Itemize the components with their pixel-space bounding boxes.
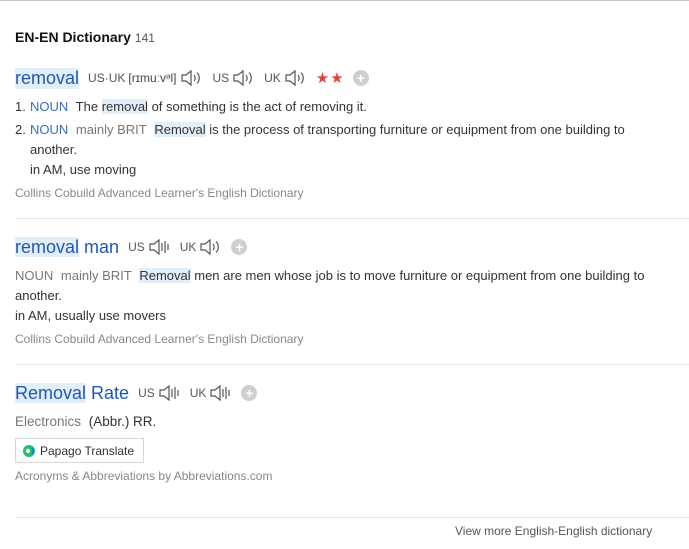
view-more-link[interactable]: View more English-English dictionary (455, 524, 652, 538)
highlight-term: Removal (139, 268, 191, 283)
entry-headline: removal US·UK [rɪmuːvᵊl] US UK ★★ + (15, 67, 689, 89)
highlight-term: Removal (154, 122, 206, 137)
part-of-speech: NOUN (30, 122, 69, 137)
uk-label: UK (189, 386, 207, 400)
source-label: Acronyms & Abbreviations by Abbreviation… (15, 469, 273, 483)
entry-divider (15, 218, 689, 219)
uk-label: UK (179, 240, 197, 254)
speaker-icon[interactable] (148, 237, 170, 257)
speaker-icon[interactable] (209, 383, 231, 403)
dictionary-header: EN-EN Dictionary 141 (15, 29, 155, 45)
category-label: Electronics (15, 414, 82, 429)
source-label: Collins Cobuild Advanced Learner's Engli… (15, 332, 304, 346)
add-wordbook-icon[interactable]: + (352, 70, 369, 86)
definition-text: is the process of transporting furniture… (209, 122, 625, 137)
uk-label: UK (264, 71, 281, 85)
entry-removal-rate: Removal Rate US UK + Electronics (Abbr.)… (15, 382, 689, 483)
headword-link[interactable]: Removal Rate (15, 382, 130, 404)
source-label: Collins Cobuild Advanced Learner's Engli… (15, 186, 304, 200)
definition-text: of something is the act of removing it. (151, 99, 367, 114)
usage-note: in AM, usually use movers (15, 308, 167, 323)
us-label: US (128, 240, 145, 254)
definition-text: another. (15, 288, 62, 303)
abbreviation-text: (Abbr.) RR. (88, 414, 157, 429)
part-of-speech: NOUN (15, 268, 54, 283)
definition-number: 2. (15, 122, 26, 137)
definition-1: Electronics (Abbr.) RR. (15, 412, 689, 432)
headword-rest: Rate (91, 382, 130, 403)
us-label: US (212, 71, 230, 85)
highlight-term: removal (101, 99, 148, 114)
frequency-stars: ★★ (315, 70, 345, 87)
us-label: US (138, 386, 155, 400)
part-of-speech: NOUN (30, 99, 69, 114)
entry-divider (15, 517, 689, 518)
definition-text: men are men whose job is to move furnitu… (194, 268, 645, 283)
papago-logo-icon (23, 444, 35, 457)
entry-removal: removal US·UK [rɪmuːvᵊl] US UK ★★ + 1. N… (15, 67, 689, 200)
definition-1: 1. NOUN The removal of something is the … (15, 97, 689, 117)
entry-removal-man: removal man US UK + NOUN mainly BRIT Rem… (15, 236, 689, 346)
entry-divider (15, 364, 689, 365)
headword-link[interactable]: removal man (15, 236, 120, 258)
usage-note: in AM, use moving (30, 162, 137, 177)
add-wordbook-icon[interactable]: + (241, 385, 258, 401)
papago-translate-button[interactable]: Papago Translate (15, 438, 145, 463)
add-wordbook-icon[interactable]: + (231, 239, 248, 255)
phonetic: [rɪmuːvᵊl] (128, 71, 177, 85)
us-uk-label: US·UK (88, 71, 126, 85)
headword-highlight: removal (15, 236, 80, 257)
definition-1: NOUN mainly BRIT Removal men are men who… (15, 266, 689, 326)
definition-text: another. (30, 142, 77, 157)
speaker-icon[interactable] (158, 383, 180, 403)
headword-highlight: Removal (15, 382, 87, 403)
region-label: mainly BRIT (75, 122, 147, 137)
speaker-icon[interactable] (199, 237, 221, 257)
speaker-icon[interactable] (232, 68, 254, 88)
top-divider (0, 0, 689, 1)
definition-text: The (75, 99, 99, 114)
speaker-icon[interactable] (284, 68, 306, 88)
headword-link[interactable]: removal (15, 67, 80, 89)
result-count: 141 (134, 31, 155, 45)
headword-rest: man (84, 236, 120, 257)
entry-headline: Removal Rate US UK + (15, 382, 689, 404)
dictionary-title: EN-EN Dictionary (15, 29, 131, 45)
entry-headline: removal man US UK + (15, 236, 689, 258)
definition-2: 2. NOUN mainly BRIT Removal is the proce… (15, 120, 689, 180)
papago-translate-label: Papago Translate (40, 443, 135, 458)
speaker-icon[interactable] (180, 68, 202, 88)
definition-number: 1. (15, 99, 26, 114)
region-label: mainly BRIT (60, 268, 132, 283)
